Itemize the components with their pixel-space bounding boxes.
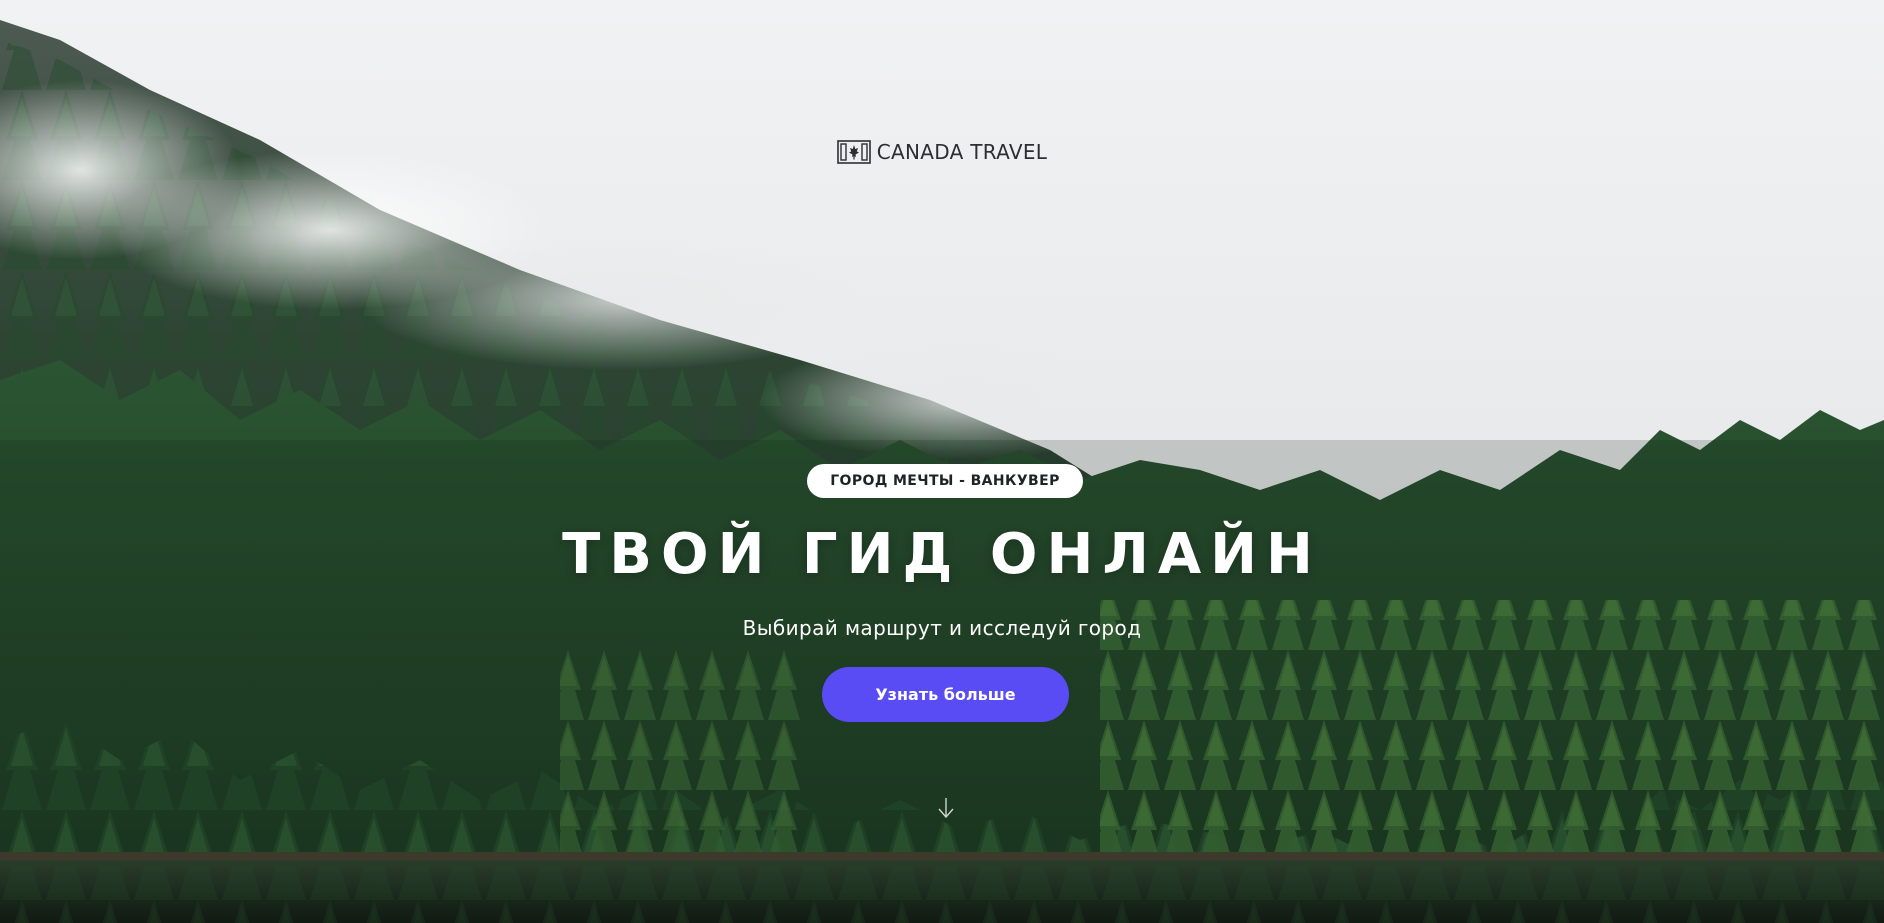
arrow-down-icon[interactable]	[936, 796, 956, 820]
hero-title: ТВОЙ ГИД ОНЛАЙН	[562, 522, 1322, 587]
canada-flag-icon	[836, 140, 871, 164]
brand-logo[interactable]: CANADA TRAVEL	[0, 140, 1884, 164]
hero-section: CANADA TRAVEL ГОРОД МЕЧТЫ - ВАНКУВЕР ТВО…	[0, 0, 1884, 923]
hero-subtitle: Выбирай маршрут и исследуй город	[742, 616, 1142, 640]
learn-more-button[interactable]: Узнать больше	[822, 667, 1069, 722]
location-badge: ГОРОД МЕЧТЫ - ВАНКУВЕР	[807, 464, 1083, 498]
brand-name: CANADA TRAVEL	[876, 140, 1048, 164]
forest-background-image	[0, 0, 1884, 923]
